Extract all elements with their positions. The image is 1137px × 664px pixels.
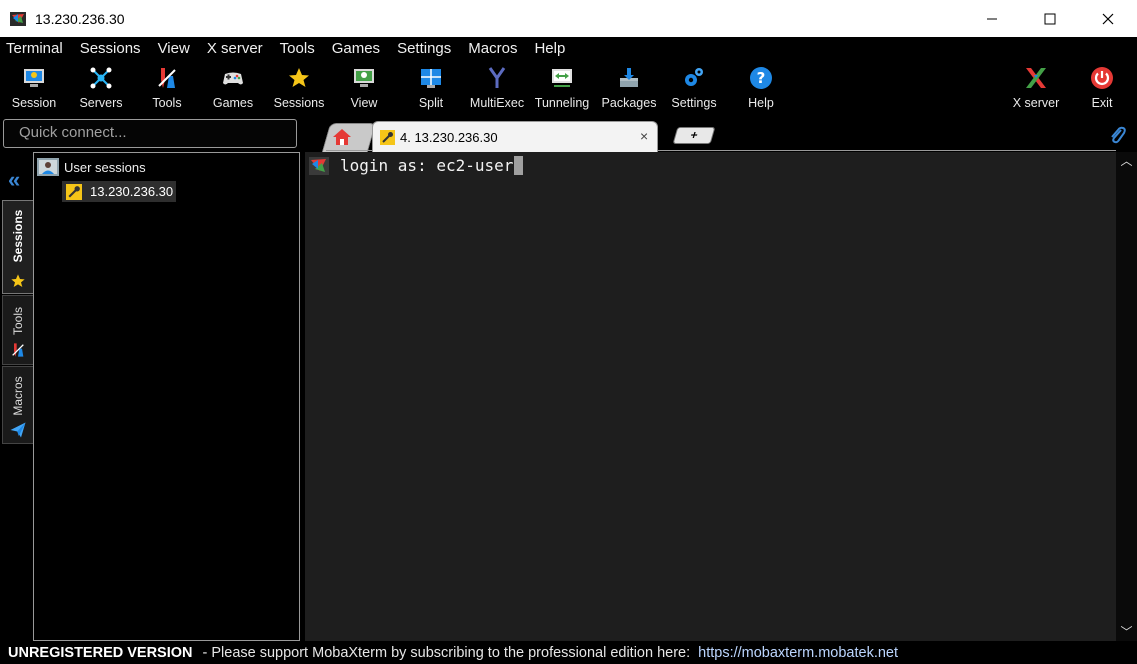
home-icon [333,129,351,145]
menu-tools[interactable]: Tools [280,37,315,61]
minimize-button[interactable] [963,0,1021,37]
mobatek-link[interactable]: https://mobaxterm.mobatek.net [698,645,898,661]
servers-button[interactable]: Servers [76,61,126,117]
view-monitor-icon [354,69,374,87]
close-icon [1102,13,1114,24]
exit-button[interactable]: Exit [1086,61,1118,117]
window-controls [963,0,1137,37]
menu-games[interactable]: Games [332,37,380,61]
side-tab-strip: « Sessions Tools Macros [0,152,33,642]
tab-close-button[interactable]: × [640,128,648,144]
tunneling-button[interactable]: Tunneling [532,61,592,117]
minimize-icon [987,18,997,19]
menu-sessions[interactable]: Sessions [80,37,141,61]
menu-bar: Terminal Sessions View X server Tools Ga… [0,37,1137,61]
terminal-prompt: login as: ec2-user [340,156,514,175]
close-window-button[interactable] [1079,0,1137,37]
tab-ssh-session[interactable]: 4. 13.230.236.30 × [372,121,658,152]
tools-wrench-icon [158,68,176,88]
scroll-up-icon[interactable]: ︿ [1116,152,1137,170]
settings-gear-icon [685,68,703,86]
tools-button[interactable]: Tools [146,61,188,117]
menu-view[interactable]: View [158,37,190,61]
title-bar: 13.230.236.30 [0,0,1137,37]
games-button[interactable]: Games [210,61,256,117]
mobaxterm-app-icon [9,10,27,28]
sessions-panel: User sessions 13.230.236.30 [33,152,300,641]
settings-button[interactable]: Settings [668,61,720,117]
power-icon [1091,67,1113,89]
session-button[interactable]: Session [10,61,58,117]
window-title: 13.230.236.30 [35,10,125,27]
servers-network-icon [90,67,112,89]
scroll-down-icon[interactable]: ﹀ [1116,623,1137,641]
terminal-scrollbar[interactable]: ︿ ﹀ [1116,152,1137,641]
split-grid-icon [421,69,441,88]
tools-wrench-icon [12,343,24,357]
games-controller-icon [223,72,243,85]
side-tab-sessions[interactable]: Sessions [2,200,33,294]
menu-settings[interactable]: Settings [397,37,451,61]
unregistered-label: UNREGISTERED VERSION [8,644,193,661]
packages-button[interactable]: Packages [600,61,658,117]
paperclip-icon[interactable] [1108,125,1126,145]
tab-strip: 4. 13.230.236.30 × + [300,117,1137,152]
maximize-icon [1044,13,1056,24]
maximize-button[interactable] [1021,0,1079,37]
x-server-icon [1026,68,1046,88]
help-question-icon: ? [750,67,772,89]
terminal-area[interactable]: login as: ec2-user [305,152,1116,641]
menu-help[interactable]: Help [534,37,565,61]
side-tab-macros[interactable]: Macros [2,366,33,444]
status-bar: UNREGISTERED VERSION - Please support Mo… [0,641,1137,664]
sessions-star-icon [11,274,25,287]
toolbar: Session Servers Tools Games Sessions Vie… [0,61,1137,117]
menu-macros[interactable]: Macros [468,37,517,61]
ssh-wrench-icon [66,183,82,200]
terminal-cursor [514,156,524,175]
multiexec-button[interactable]: MultiExec [468,61,526,117]
menu-x-server[interactable]: X server [207,37,263,61]
terminal-logo-icon [309,156,329,175]
split-button[interactable]: Split [413,61,449,117]
tree-user-sessions[interactable]: User sessions [37,158,146,176]
collapse-sidebar-icon[interactable]: « [8,169,20,191]
new-tab-button[interactable]: + [672,127,716,144]
tree-session-item[interactable]: 13.230.236.30 [62,181,176,202]
session-monitor-icon [24,69,44,87]
svg-text:?: ? [757,69,766,87]
quick-connect-input[interactable]: Quick connect... [3,119,297,148]
user-folder-icon [37,158,59,176]
ssh-wrench-icon [380,130,395,145]
sessions-button[interactable]: Sessions [271,61,327,117]
view-button[interactable]: View [344,61,384,117]
help-button[interactable]: ? Help [743,61,779,117]
terminal-line: login as: ec2-user [309,156,524,175]
support-message: - Please support MobaXterm by subscribin… [202,644,691,661]
sessions-star-icon [289,68,309,87]
packages-download-icon [620,68,638,87]
macros-paper-plane-icon [10,422,26,438]
menu-terminal[interactable]: Terminal [6,37,63,61]
tunneling-arrows-icon [552,69,572,87]
multiexec-fork-icon [488,67,506,88]
tab-session-label: 4. 13.230.236.30 [400,130,498,145]
side-tab-tools[interactable]: Tools [2,295,33,365]
x-server-button[interactable]: X server [1008,61,1064,117]
